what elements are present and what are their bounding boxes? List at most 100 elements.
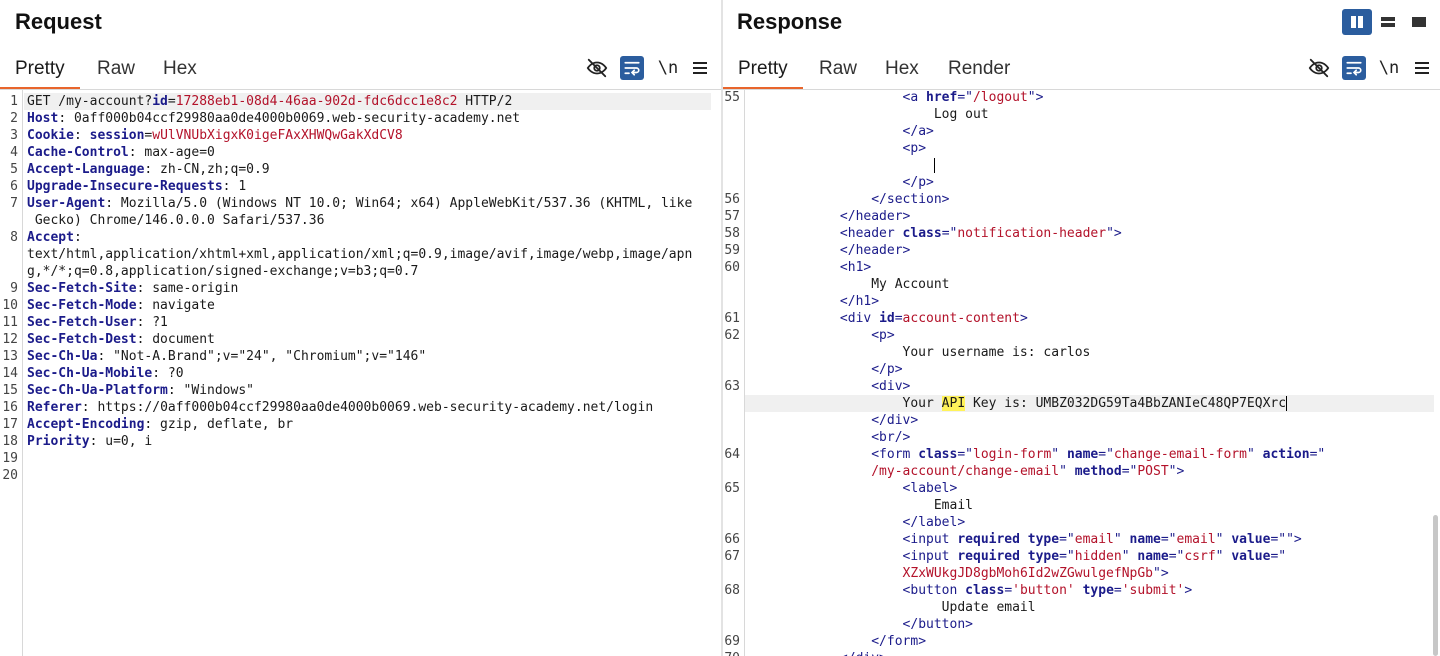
code-token: " <box>1113 532 1130 547</box>
code-token: "> <box>1027 90 1044 105</box>
response-tab-hex[interactable]: Hex <box>870 52 934 90</box>
wrap-lines-icon[interactable] <box>1342 56 1366 80</box>
code-line: 57 </header> <box>723 208 1440 225</box>
code-token: session <box>89 128 145 143</box>
code-text: </p> <box>746 174 934 191</box>
code-token: : "Not-A.Brand";v="24", "Chromium";v="14… <box>97 349 427 364</box>
code-text: Host: 0aff000b04ccf29980aa0de4000b0069.w… <box>27 110 520 127</box>
code-token: : document <box>136 332 215 347</box>
code-line: Log out <box>723 106 1440 123</box>
response-tab-render[interactable]: Render <box>933 52 1025 90</box>
newline-toggle[interactable]: \n <box>1377 56 1401 80</box>
line-number: 2 <box>10 111 18 126</box>
request-tab-hex[interactable]: Hex <box>148 52 212 90</box>
code-line: 63 <div> <box>723 378 1440 395</box>
code-line: 12 Sec-Fetch-Dest: document <box>0 331 721 348</box>
code-text: Log out <box>746 106 989 123</box>
code-token: : ?1 <box>136 315 168 330</box>
request-tab-pretty[interactable]: Pretty <box>0 52 80 90</box>
code-line: </button> <box>723 616 1440 633</box>
code-token: "> <box>1168 464 1185 479</box>
code-text: Cookie: session=wUlVNUbXigxK0igeFAxXHWQw… <box>27 127 403 144</box>
hamburger-menu-icon[interactable] <box>688 56 712 80</box>
response-tab-raw[interactable]: Raw <box>804 52 872 90</box>
code-text <box>746 157 935 174</box>
line-number: 17 <box>2 417 18 432</box>
single-pane-icon[interactable] <box>1404 9 1434 35</box>
code-token: : same-origin <box>136 281 239 296</box>
line-number: 1 <box>10 94 18 109</box>
code-token: Sec-Fetch-Site <box>27 281 137 296</box>
wrap-lines-icon[interactable] <box>620 56 644 80</box>
code-text: Sec-Fetch-Site: same-origin <box>27 280 238 297</box>
code-token: Sec-Fetch-Mode <box>27 298 137 313</box>
code-text: </section> <box>746 191 949 208</box>
response-scrollbar[interactable] <box>1433 515 1438 656</box>
code-line: My Account <box>723 276 1440 293</box>
code-token: : 0aff000b04ccf29980aa0de4000b0069.web-s… <box>58 111 521 126</box>
code-line: XZxWUkgJD8gbMoh6Id2wZGwulgefNpGb"> <box>723 565 1440 582</box>
code-token: XZxWUkgJD8gbMoh6Id2wZGwulgefNpGb <box>902 566 1153 581</box>
line-number: 70 <box>723 650 740 656</box>
code-line: </a> <box>723 123 1440 140</box>
line-number: 11 <box>2 315 18 330</box>
eye-off-icon[interactable] <box>585 56 609 80</box>
code-text: <h1> <box>746 259 871 276</box>
hamburger-menu-icon[interactable] <box>1410 56 1434 80</box>
code-text: XZxWUkgJD8gbMoh6Id2wZGwulgefNpGb"> <box>746 565 1169 582</box>
code-token: " <box>1215 549 1232 564</box>
code-token: : <box>73 128 90 143</box>
code-token: required type <box>957 532 1060 547</box>
code-token: Upgrade-Insecure-Requests <box>27 179 223 194</box>
code-token: type <box>1082 583 1114 598</box>
line-number: 69 <box>724 634 740 649</box>
code-line: 69 </form> <box>723 633 1440 650</box>
code-token: </header> <box>839 209 911 224</box>
code-token: POST <box>1137 464 1169 479</box>
request-tab-raw[interactable]: Raw <box>82 52 150 90</box>
code-token: " <box>1051 447 1067 462</box>
line-number: 20 <box>2 468 18 483</box>
code-line: 4 Cache-Control: max-age=0 <box>0 144 721 161</box>
line-number: 58 <box>724 226 740 241</box>
code-token: =" <box>1270 549 1287 564</box>
code-text: Upgrade-Insecure-Requests: 1 <box>27 178 246 195</box>
code-line: 11 Sec-Fetch-User: ?1 <box>0 314 721 331</box>
line-number: 15 <box>2 383 18 398</box>
code-token: </a> <box>902 124 934 139</box>
code-token: Accept-Language <box>27 162 145 177</box>
code-token: class <box>902 226 942 241</box>
eye-off-icon[interactable] <box>1307 56 1331 80</box>
code-text: <header class="notification-header"> <box>746 225 1122 242</box>
code-token: > <box>1184 583 1193 598</box>
code-token: =" <box>1059 549 1075 564</box>
code-token: : <box>73 230 82 245</box>
code-token: account-content <box>902 311 1020 326</box>
code-text: Referer: https://0aff000b04ccf29980aa0de… <box>27 399 653 416</box>
code-token: name <box>1129 532 1161 547</box>
split-vertical-icon[interactable] <box>1342 9 1372 35</box>
response-tab-pretty[interactable]: Pretty <box>723 52 803 90</box>
code-line: 18 Priority: u=0, i <box>0 433 721 450</box>
code-text: </h1> <box>746 293 879 310</box>
code-line: 14 Sec-Ch-Ua-Mobile: ?0 <box>0 365 721 382</box>
code-token: =" <box>1160 532 1177 547</box>
code-token: =" <box>1059 532 1075 547</box>
request-editor[interactable]: 1 GET /my-account?id=17288eb1-08d4-46aa-9… <box>0 90 721 656</box>
code-token: Sec-Fetch-Dest <box>27 332 137 347</box>
code-text: <form class="login-form" name="change-em… <box>746 446 1325 463</box>
code-token: text/html,application/xhtml+xml,applicat… <box>27 247 693 262</box>
split-horizontal-icon[interactable] <box>1373 9 1403 35</box>
response-editor[interactable]: 55 <a href="/logout"> Log out </a> <p> <… <box>723 90 1440 656</box>
code-token: /my-account/change-email <box>871 464 1060 479</box>
newline-toggle[interactable]: \n <box>656 56 680 80</box>
